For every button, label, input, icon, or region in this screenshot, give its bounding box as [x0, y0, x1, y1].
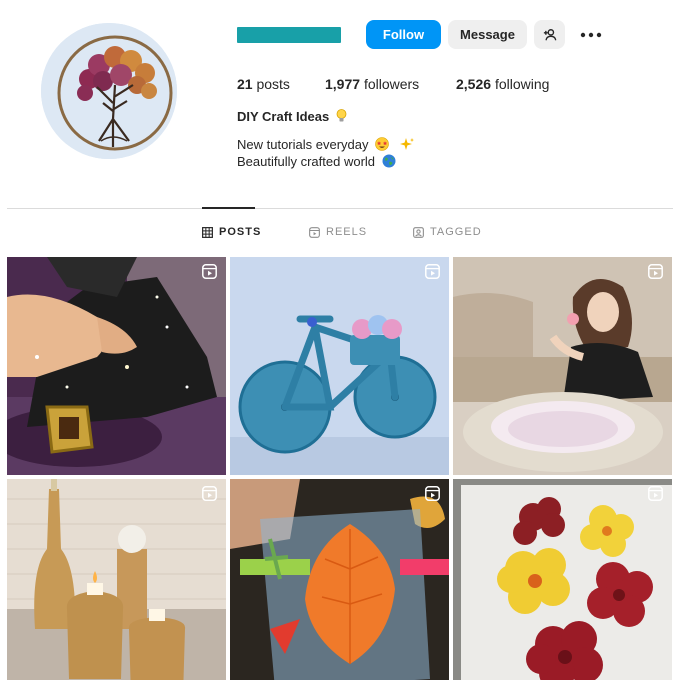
woman-making-rope-basket-image: [453, 257, 672, 475]
bio-line-1-text: New tutorials everyday: [237, 137, 369, 152]
post-tile-resin-flowers[interactable]: [453, 479, 672, 680]
username-redacted: [237, 27, 341, 43]
suggest-similar-button[interactable]: [534, 20, 565, 49]
reel-badge-icon: [425, 486, 440, 501]
reel-badge-icon: [648, 486, 663, 501]
more-options-icon: [580, 32, 602, 37]
message-button[interactable]: Message: [448, 20, 527, 49]
post-tile-rope-basket[interactable]: [453, 257, 672, 475]
tree-of-life-avatar-image: [41, 23, 177, 159]
lightbulb-emoji-icon: [336, 109, 347, 122]
witch-hat-craft-image: [7, 257, 226, 475]
bio-line-1: New tutorials everyday: [237, 136, 415, 153]
following-label: following: [494, 76, 550, 92]
tabs-divider: [7, 208, 673, 209]
tab-tagged[interactable]: TAGGED: [413, 226, 482, 238]
more-options-button[interactable]: [576, 20, 606, 49]
following-count: 2,526: [456, 76, 492, 92]
profile-bio: New tutorials everyday Beautifully craft…: [237, 136, 415, 170]
tab-reels-label: REELS: [326, 226, 368, 238]
profile-avatar[interactable]: [41, 23, 177, 159]
follow-button[interactable]: Follow: [366, 20, 441, 49]
post-tile-leaf-bookmark[interactable]: [230, 479, 449, 680]
posts-stat: 21 posts: [237, 76, 290, 92]
globe-emoji-icon: [382, 154, 396, 168]
reels-icon: [309, 226, 320, 238]
string-art-bicycle-image: [230, 257, 449, 475]
active-tab-indicator: [202, 207, 255, 209]
followers-count: 1,977: [325, 76, 361, 92]
bio-line-2: Beautifully crafted world: [237, 153, 415, 170]
posts-count: 21: [237, 76, 253, 92]
tab-posts-label: POSTS: [219, 226, 262, 238]
reel-badge-icon: [202, 486, 217, 501]
grid-icon: [202, 226, 213, 238]
display-name: DIY Craft Ideas: [237, 109, 347, 124]
posts-label: posts: [256, 76, 290, 92]
display-name-text: DIY Craft Ideas: [237, 109, 330, 124]
reel-badge-icon: [202, 264, 217, 279]
tab-posts[interactable]: POSTS: [202, 226, 261, 238]
post-tile-gold-decor[interactable]: [7, 479, 226, 680]
gold-bottle-candle-decor-image: [7, 479, 226, 680]
star-struck-emoji-icon: [375, 137, 389, 151]
add-person-icon: [543, 28, 556, 40]
post-tile-witch-hat[interactable]: [7, 257, 226, 475]
post-tile-bicycle[interactable]: [230, 257, 449, 475]
tagged-icon: [413, 226, 424, 238]
tab-reels[interactable]: REELS: [309, 226, 367, 238]
resin-flower-petals-image: [453, 479, 672, 680]
reel-badge-icon: [648, 264, 663, 279]
bio-line-2-text: Beautifully crafted world: [237, 154, 376, 169]
followers-label: followers: [363, 76, 420, 92]
pressed-leaf-bookmark-image: [230, 479, 449, 680]
followers-stat[interactable]: 1,977 followers: [325, 76, 419, 92]
reel-badge-icon: [425, 264, 440, 279]
tab-tagged-label: TAGGED: [430, 226, 482, 238]
sparkles-emoji-icon: [399, 138, 414, 150]
following-stat[interactable]: 2,526 following: [456, 76, 549, 92]
